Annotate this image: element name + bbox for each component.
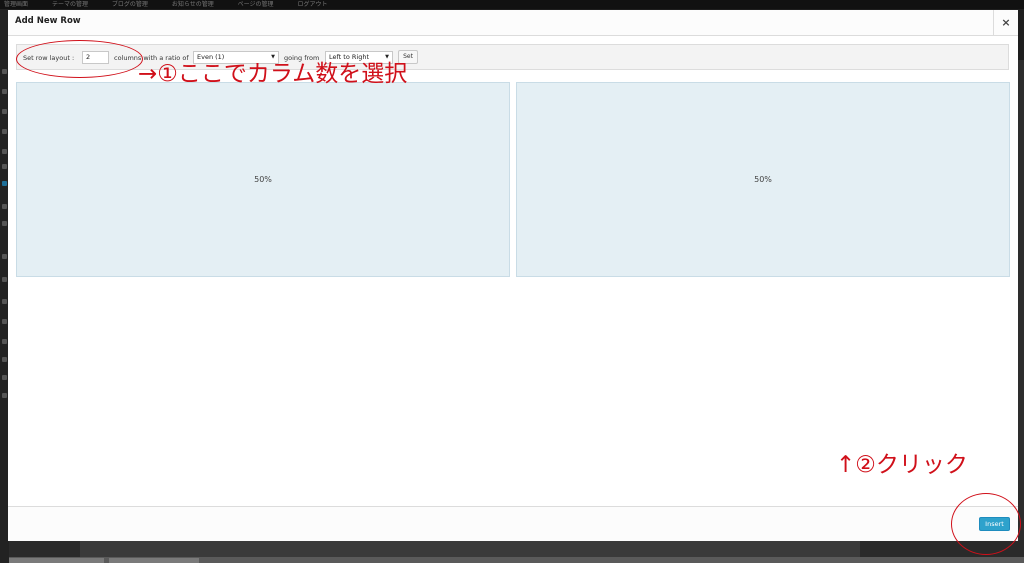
modal-header: Add New Row × [8, 10, 1018, 36]
menu-icon[interactable] [2, 181, 7, 186]
menu-icon[interactable] [2, 393, 7, 398]
annotation-step1: →①ここでカラム数を選択 [138, 61, 408, 87]
row-column[interactable]: 50% [16, 82, 510, 277]
admin-bar-item[interactable]: 管理画面 [4, 0, 28, 9]
menu-icon[interactable] [2, 299, 7, 304]
admin-bar: 管理画面 テーマの管理 ブログの管理 お知らせの管理 ページの管理 ログアウト [0, 0, 1024, 9]
menu-icon[interactable] [2, 204, 7, 209]
menu-icon[interactable] [2, 149, 7, 154]
column-width-label: 50% [754, 175, 772, 184]
menu-icon[interactable] [2, 254, 7, 259]
menu-icon[interactable] [2, 129, 7, 134]
background-panel [1018, 60, 1024, 540]
close-icon: × [1001, 16, 1011, 29]
menu-icon[interactable] [2, 277, 7, 282]
modal-footer [8, 506, 1018, 541]
annotation-circle [951, 493, 1021, 555]
background-editor-panel [80, 540, 860, 557]
admin-bar-item[interactable]: ログアウト [297, 0, 327, 9]
menu-icon[interactable] [2, 69, 7, 74]
menu-icon[interactable] [2, 339, 7, 344]
admin-bar-item[interactable]: テーマの管理 [52, 0, 88, 9]
menu-icon[interactable] [2, 89, 7, 94]
annotation-step2: ↑②クリック [836, 452, 968, 478]
column-width-label: 50% [254, 175, 272, 184]
menu-icon[interactable] [2, 221, 7, 226]
background-bottom-bar [9, 557, 1024, 563]
menu-icon[interactable] [2, 375, 7, 380]
row-column[interactable]: 50% [516, 82, 1010, 277]
annotation-circle [16, 40, 143, 78]
admin-bar-item[interactable]: ブログの管理 [112, 0, 148, 9]
menu-icon[interactable] [2, 357, 7, 362]
menu-icon[interactable] [2, 164, 7, 169]
menu-icon[interactable] [2, 319, 7, 324]
modal-title: Add New Row [15, 16, 81, 26]
admin-bar-item[interactable]: お知らせの管理 [172, 0, 214, 9]
close-button[interactable]: × [993, 10, 1018, 35]
admin-bar-item[interactable]: ページの管理 [238, 0, 274, 9]
menu-icon[interactable] [2, 109, 7, 114]
